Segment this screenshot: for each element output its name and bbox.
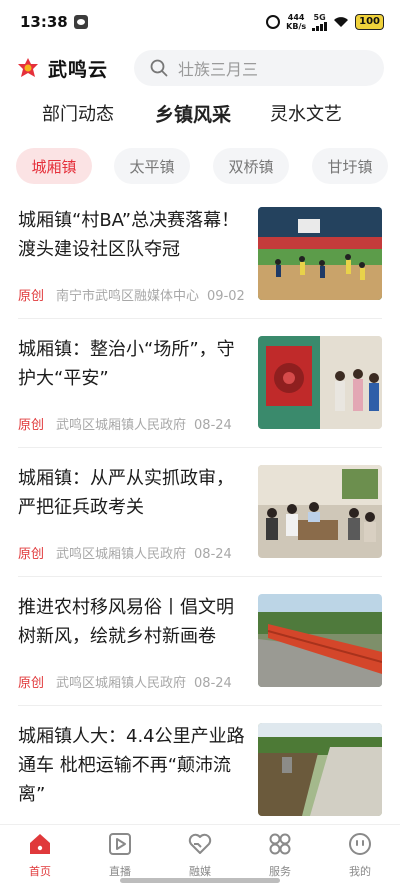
app-name: 武鸣云 (48, 58, 109, 81)
news-title: 城厢镇“村BA”总决赛落幕！渡头建设社区队夺冠 (18, 210, 240, 260)
app-header: 武鸣云 壮族三月三 (0, 50, 400, 86)
news-meta: 原创 武鸣区城厢镇人民政府 08-24 (18, 414, 232, 433)
nav-label: 我的 (349, 865, 371, 878)
news-date: 08-24 (194, 676, 232, 691)
fire-hydrant-inspection-thumbnail (258, 336, 382, 429)
news-item[interactable]: 城厢镇：从严从实抓政审，严把征兵政考关 原创 武鸣区城厢镇人民政府 08-24 (0, 448, 400, 577)
signal-icon (312, 21, 328, 31)
grid-clover-icon (269, 833, 291, 855)
home-indicator[interactable] (120, 878, 280, 883)
news-title: 城厢镇：从严从实抓政审，严把征兵政考关 (18, 468, 234, 518)
search-icon (150, 59, 168, 77)
nav-home[interactable]: 首页 (0, 831, 80, 879)
news-item[interactable]: 城厢镇人大：4.4公里产业路通车 枇杷运输不再“颠沛流离” (0, 706, 400, 835)
status-time: 13:38 (20, 13, 68, 31)
play-icon (109, 833, 131, 855)
status-bar: 13:38 444 KB/s 5G 100 (0, 0, 400, 44)
news-date: 08-24 (194, 547, 232, 562)
original-tag: 原创 (18, 547, 45, 562)
home-visit-thumbnail (258, 465, 382, 558)
news-title: 城厢镇人大：4.4公里产业路通车 枇杷运输不再“颠沛流离” (18, 726, 245, 805)
home-icon (30, 834, 50, 854)
search-bar[interactable]: 壮族三月三 (134, 50, 384, 86)
nav-live[interactable]: 直播 (80, 831, 160, 879)
original-tag: 原创 (18, 289, 45, 304)
basketball-game-thumbnail (258, 207, 382, 300)
wechat-notification-icon (73, 15, 88, 29)
alarm-icon (266, 15, 281, 29)
original-tag: 原创 (18, 418, 45, 433)
nav-label: 首页 (29, 865, 51, 878)
nav-label: 直播 (109, 865, 131, 878)
nav-label: 融媒 (189, 865, 211, 878)
wifi-icon (334, 17, 349, 27)
nav-media[interactable]: 融媒 (160, 831, 240, 879)
tab-lingshui-arts[interactable]: 灵水文艺 (270, 100, 342, 126)
original-tag: 原创 (18, 676, 45, 691)
news-meta: 原创 武鸣区城厢镇人民政府 08-24 (18, 543, 232, 562)
rural-road-thumbnail (258, 723, 382, 816)
tab-department-news[interactable]: 部门动态 (42, 100, 114, 126)
heart-handshake-icon (188, 833, 212, 854)
battery-indicator: 100 (355, 14, 384, 30)
news-item[interactable]: 推进农村移风易俗丨倡文明树新风，绘就乡村新画卷 原创 武鸣区城厢镇人民政府 08-2… (0, 577, 400, 706)
news-meta: 原创 武鸣区城厢镇人民政府 08-24 (18, 672, 232, 691)
network-type: 5G (313, 12, 326, 22)
nav-services[interactable]: 服务 (240, 831, 320, 879)
news-source: 武鸣区城厢镇人民政府 (56, 547, 187, 562)
status-indicators: 444 KB/s 5G 100 (266, 13, 384, 31)
town-filter-chips: 城厢镇 太平镇 双桥镇 甘圩镇 (0, 148, 400, 186)
news-title: 推进农村移风易俗丨倡文明树新风，绘就乡村新画卷 (18, 597, 234, 647)
news-source: 南宁市武鸣区融媒体中心 (56, 289, 200, 304)
news-title: 城厢镇：整治小“场所”，守护大“平安” (18, 339, 235, 389)
smiley-icon (349, 833, 371, 855)
news-date: 08-24 (194, 418, 232, 433)
category-tabs: 部门动态 乡镇风采 灵水文艺 (0, 100, 400, 130)
chip-ganxu[interactable]: 甘圩镇 (312, 148, 388, 184)
search-placeholder: 壮族三月三 (178, 60, 259, 79)
network-speed-unit: KB/s (286, 22, 307, 31)
chip-taiping[interactable]: 太平镇 (114, 148, 190, 184)
chip-chengxiang[interactable]: 城厢镇 (16, 148, 92, 184)
app-logo-icon (18, 58, 38, 77)
red-railing-pond-thumbnail (258, 594, 382, 687)
nav-profile[interactable]: 我的 (320, 831, 400, 879)
network-speed: 444 KB/s (286, 13, 306, 31)
tab-township-style[interactable]: 乡镇风采 (155, 100, 231, 127)
news-meta: 原创 南宁市武鸣区融媒体中心 09-02 (18, 285, 245, 304)
news-item[interactable]: 城厢镇“村BA”总决赛落幕！渡头建设社区队夺冠 原创 南宁市武鸣区融媒体中心 09-… (0, 190, 400, 319)
nav-label: 服务 (269, 865, 291, 878)
network-speed-value: 444 (287, 13, 305, 22)
news-date: 09-02 (207, 289, 245, 304)
news-source: 武鸣区城厢镇人民政府 (56, 418, 187, 433)
news-source: 武鸣区城厢镇人民政府 (56, 676, 187, 691)
news-item[interactable]: 城厢镇：整治小“场所”，守护大“平安” 原创 武鸣区城厢镇人民政府 08-24 (0, 319, 400, 448)
chip-shuangqiao[interactable]: 双桥镇 (213, 148, 289, 184)
